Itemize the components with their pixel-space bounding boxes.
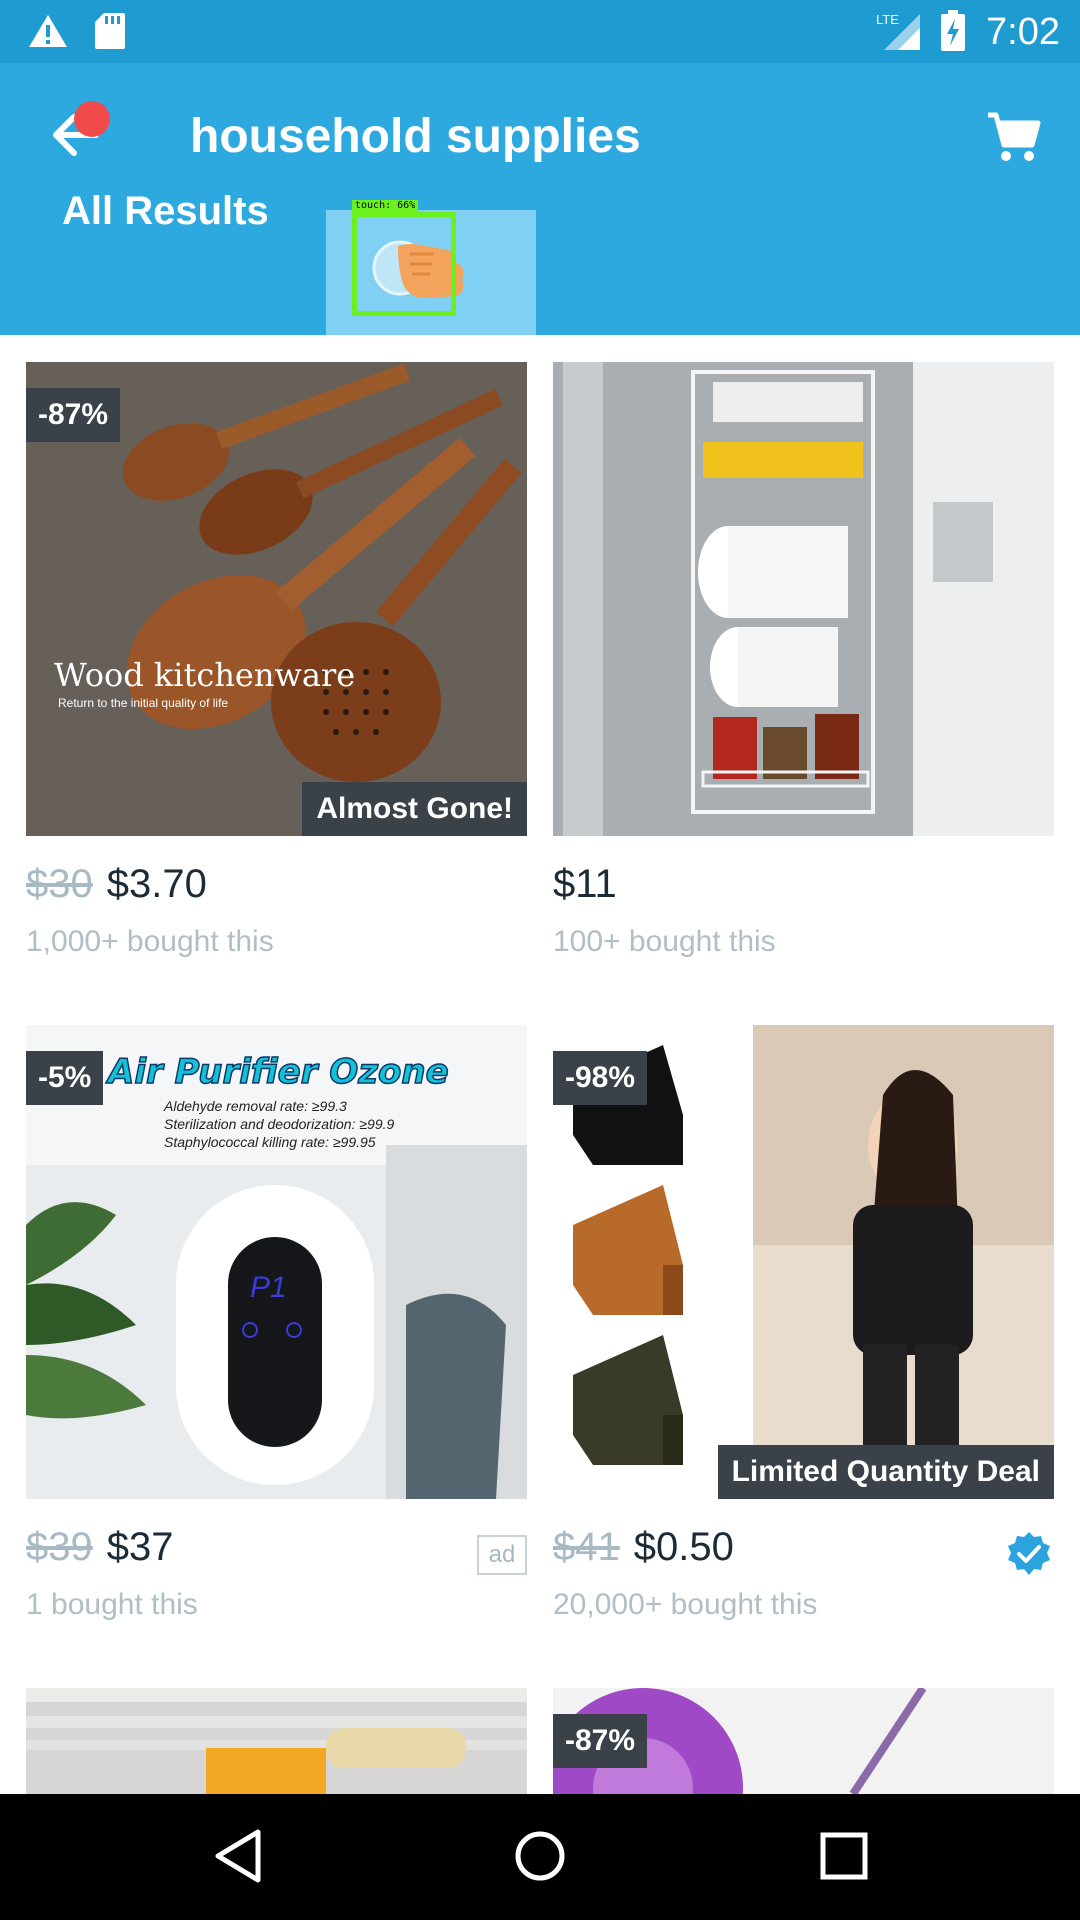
lte-signal-icon: LTE [876,12,920,50]
product-card[interactable]: $11 100+ bought this [553,362,1054,962]
product-image-fridge-rack[interactable] [553,362,1054,836]
product-card[interactable]: -87% [553,1688,1054,1794]
price-row: $39 $37 [26,1525,174,1585]
discount-badge: -87% [26,388,121,442]
image-subcaption: Return to the initial quality of life [58,696,228,710]
page-title: household supplies [190,110,641,163]
image-line: Aldehyde removal rate: ≥99.3 [163,1098,347,1114]
discount-badge: -87% [553,1714,648,1768]
navigation-bar [0,1794,1080,1920]
tab-all-results[interactable]: All Results [62,186,269,236]
image-line: Staphylococcal killing rate: ≥99.95 [164,1134,376,1150]
price-row: $11 [553,862,617,922]
bought-count: 100+ bought this [553,925,776,958]
status-bar: LTE 7:02 [0,0,1080,63]
nav-back-icon[interactable] [210,1824,270,1888]
image-line: Sterilization and deodorization: ≥99.9 [164,1116,394,1132]
nav-recents-icon[interactable] [814,1824,874,1888]
touch-label: touch: 66% [352,200,419,212]
blinds-image [26,1688,527,1794]
status-time: 7:02 [986,11,1060,53]
discount-badge: -98% [553,1051,648,1105]
display-reading: P1 [250,1271,287,1304]
bought-count: 1,000+ bought this [26,925,274,958]
sd-card-icon [95,13,125,49]
ad-badge: ad [477,1535,527,1575]
price-row: $30 $3.70 [26,862,207,922]
original-price: $30 [26,862,93,906]
product-image-partial[interactable]: -87% [553,1688,1054,1794]
original-price: $41 [553,1525,620,1569]
sale-price: $11 [553,862,617,906]
original-price: $39 [26,1525,93,1569]
sale-price: $3.70 [106,862,207,906]
product-image-partial[interactable] [26,1688,527,1794]
sale-price: $37 [106,1525,174,1569]
image-caption: Air Purifier Ozone [105,1052,449,1092]
product-image-wood-spoons[interactable]: Wood kitchenware Return to the initial q… [26,362,527,836]
product-image-boots[interactable]: -98% Limited Quantity Deal [553,1025,1054,1499]
almost-gone-banner: Almost Gone! [302,782,527,836]
product-card[interactable]: P1 Air Purifier Ozone Aldehyde removal r… [26,1025,527,1625]
nav-home-icon[interactable] [510,1824,570,1888]
shopping-cart-icon[interactable] [986,109,1042,165]
sale-price: $0.50 [633,1525,734,1569]
limited-deal-banner: Limited Quantity Deal [717,1445,1054,1499]
touch-indicator [352,212,456,316]
price-row: $41 $0.50 [553,1525,734,1585]
check-badge-icon [1008,1532,1050,1575]
warning-icon [29,15,67,47]
product-image-air-purifier[interactable]: P1 Air Purifier Ozone Aldehyde removal r… [26,1025,527,1499]
notification-dot [74,101,110,137]
image-caption: Wood kitchenware [54,656,355,694]
lte-label: LTE [876,12,899,27]
bought-count: 1 bought this [26,1588,198,1621]
product-card[interactable]: Wood kitchenware Return to the initial q… [26,362,527,962]
battery-charging-icon [941,10,965,51]
bought-count: 20,000+ bought this [553,1588,818,1621]
product-card[interactable]: -98% Limited Quantity Deal $41 $0.50 20,0… [553,1025,1054,1625]
product-card[interactable] [26,1688,527,1794]
discount-badge: -5% [26,1051,104,1105]
fridge-rack-image [553,362,1054,836]
